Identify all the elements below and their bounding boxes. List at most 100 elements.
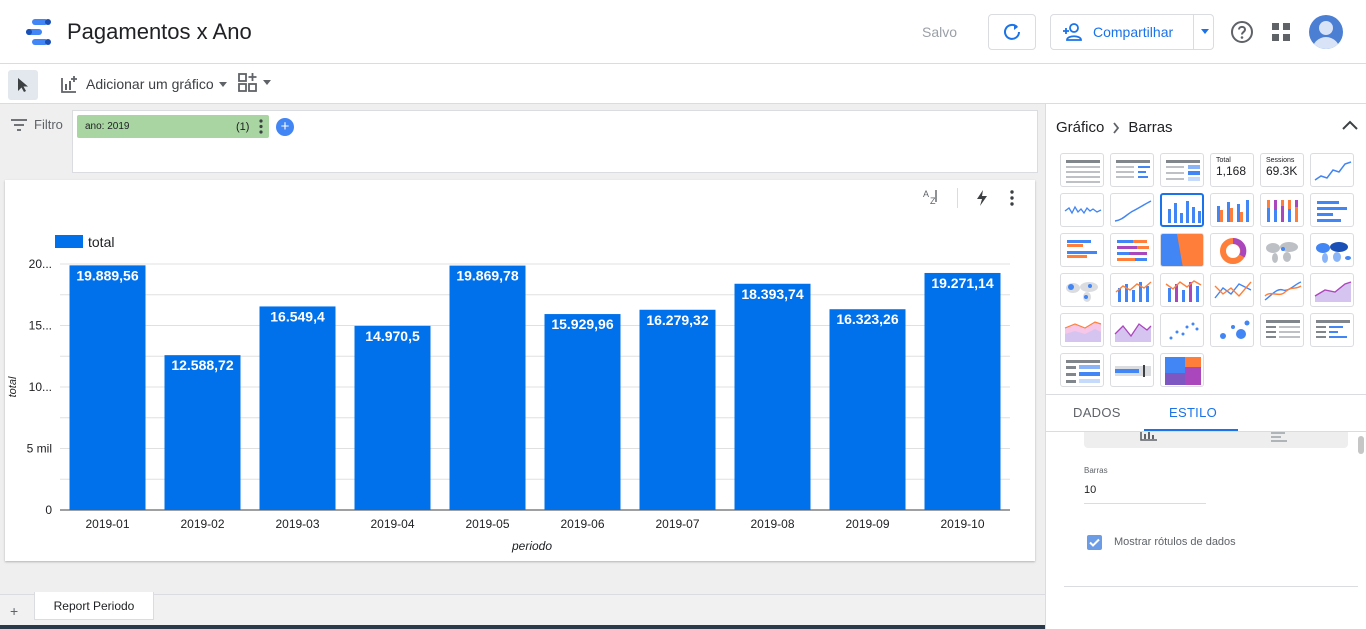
filter-chip-label: ano: 2019 (85, 121, 130, 132)
chart-type-filled-map[interactable] (1310, 233, 1354, 267)
refresh-button[interactable] (988, 14, 1036, 50)
bar[interactable] (164, 355, 241, 510)
bar-chart-card[interactable]: 19.889,56 12.588,72 16.549,4 14.970,5 19.869… (5, 180, 1035, 561)
chart-type-scorecard-compact[interactable]: Sessions 69.3K (1260, 153, 1304, 187)
bar[interactable] (69, 265, 146, 510)
bars-count-input[interactable]: 10 (1084, 482, 1206, 504)
svg-text:Z: Z (930, 196, 936, 206)
chart-type-grouped-column[interactable] (1210, 193, 1254, 227)
filter-bar-label: Filtro (10, 117, 63, 132)
chart-type-pivot-heatmap[interactable] (1060, 353, 1104, 387)
chevron-up-icon[interactable] (1341, 119, 1359, 131)
report-title[interactable]: Pagamentos x Ano (67, 19, 252, 45)
chart-type-pivot-bars[interactable] (1310, 313, 1354, 347)
y-tick-label: 5 mil (27, 442, 52, 456)
check-icon (1089, 538, 1100, 547)
chart-type-bullet[interactable] (1110, 353, 1154, 387)
vertical-bars-icon[interactable] (1139, 432, 1159, 442)
bar[interactable] (829, 309, 906, 510)
y-tick-label: 0 (45, 503, 52, 517)
stacked-area-icon (1064, 321, 1102, 342)
chart-type-stacked-bar[interactable] (1110, 233, 1154, 267)
page-tab[interactable]: Report Periodo (34, 592, 154, 620)
data-label: 16.323,26 (836, 311, 898, 327)
chart-type-sparkline[interactable] (1060, 193, 1104, 227)
scorecard-compact-preview: Sessions 69.3K (1266, 157, 1297, 178)
chart-type-stacked-area[interactable] (1060, 313, 1104, 347)
treemap-icon (1165, 357, 1201, 385)
chart-type-table-heatmap[interactable] (1160, 153, 1204, 187)
chart-type-pie[interactable] (1160, 233, 1204, 267)
saved-status: Salvo (922, 24, 958, 40)
chart-type-area[interactable] (1310, 273, 1354, 307)
help-icon[interactable] (1230, 20, 1254, 44)
bars-count-label: Barras (1084, 466, 1108, 475)
apps-grid-icon[interactable] (1270, 21, 1292, 43)
more-vert-icon[interactable] (259, 119, 263, 134)
bar[interactable] (354, 325, 431, 510)
chart-type-line[interactable] (1210, 273, 1254, 307)
chart-type-treemap[interactable] (1160, 353, 1204, 387)
breadcrumb-root[interactable]: Gráfico (1056, 119, 1104, 136)
share-dropdown-icon[interactable] (1201, 29, 1209, 34)
chart-type-smoothed-timeseries[interactable] (1110, 193, 1154, 227)
chart-type-smoothed-line[interactable] (1260, 273, 1304, 307)
bar[interactable] (449, 265, 526, 510)
avatar[interactable] (1309, 15, 1343, 49)
bar[interactable] (259, 306, 336, 510)
bar[interactable] (734, 283, 811, 510)
chart-type-bar[interactable] (1310, 193, 1354, 227)
page-tab-label: Report Periodo (53, 598, 135, 613)
controls-dropdown-icon (263, 79, 271, 85)
chart-type-column[interactable] (1160, 193, 1204, 227)
chart-type-stacked-combo[interactable] (1160, 273, 1204, 307)
chart-type-timeseries[interactable] (1310, 153, 1354, 187)
sort-az-icon[interactable]: A Z (922, 188, 940, 206)
legend-label: total (88, 234, 114, 250)
grouped-column-icon (1217, 200, 1249, 222)
tab-data[interactable]: DADOS (1073, 405, 1121, 420)
orientation-toggle[interactable] (1084, 432, 1348, 448)
chart-type-pivot-table[interactable] (1260, 313, 1304, 347)
chart-type-bubble-map[interactable] (1060, 273, 1104, 307)
chart-type-scatter[interactable] (1160, 313, 1204, 347)
bar[interactable] (639, 309, 716, 510)
panel-scrollbar[interactable] (1358, 436, 1364, 454)
explore-bolt-icon[interactable] (975, 189, 989, 207)
y-tick-label: 15... (29, 319, 52, 333)
line-chart-icon (1214, 281, 1252, 299)
add-chart-icon (61, 76, 77, 93)
y-axis-label: total (7, 376, 19, 397)
add-control-button[interactable] (238, 72, 271, 92)
bar[interactable] (924, 272, 1001, 510)
chart-type-donut[interactable] (1210, 233, 1254, 267)
chart-type-combo[interactable] (1110, 273, 1154, 307)
chart-type-geo-map[interactable] (1260, 233, 1304, 267)
page-tabs-bar (0, 594, 1045, 629)
share-button[interactable]: Compartilhar (1050, 14, 1214, 50)
select-tool-button[interactable] (8, 70, 38, 100)
chart-type-stacked-column[interactable] (1260, 193, 1304, 227)
horizontal-bars-icon[interactable] (1269, 432, 1289, 442)
chart-type-table-bars[interactable] (1110, 153, 1154, 187)
add-page-button[interactable]: + (10, 603, 18, 619)
chart-type-grouped-bar[interactable] (1060, 233, 1104, 267)
chart-type-table[interactable] (1060, 153, 1104, 187)
legend-swatch (55, 235, 83, 248)
chart-type-percent-area[interactable] (1110, 313, 1154, 347)
filter-chip[interactable]: ano: 2019 (1) (77, 115, 269, 138)
chart-type-scorecard[interactable]: Total 1,168 (1210, 153, 1254, 187)
add-filter-button[interactable]: + (276, 118, 294, 136)
show-data-labels-checkbox[interactable] (1087, 535, 1102, 550)
add-chart-button[interactable]: Adicionar um gráfico (60, 72, 227, 96)
breadcrumb: Gráfico Barras (1056, 119, 1173, 136)
data-label: 19.271,14 (931, 275, 993, 291)
edit-toolbar: Adicionar um gráfico (0, 64, 1366, 104)
chart-type-bubble[interactable] (1210, 313, 1254, 347)
tab-style[interactable]: ESTILO (1169, 405, 1217, 420)
more-vert-icon[interactable] (1010, 190, 1014, 206)
smoothed-line-icon (1264, 281, 1302, 301)
bar[interactable] (544, 314, 621, 510)
active-tab-indicator (1144, 429, 1238, 431)
x-tick-label: 2019-10 (940, 517, 984, 531)
